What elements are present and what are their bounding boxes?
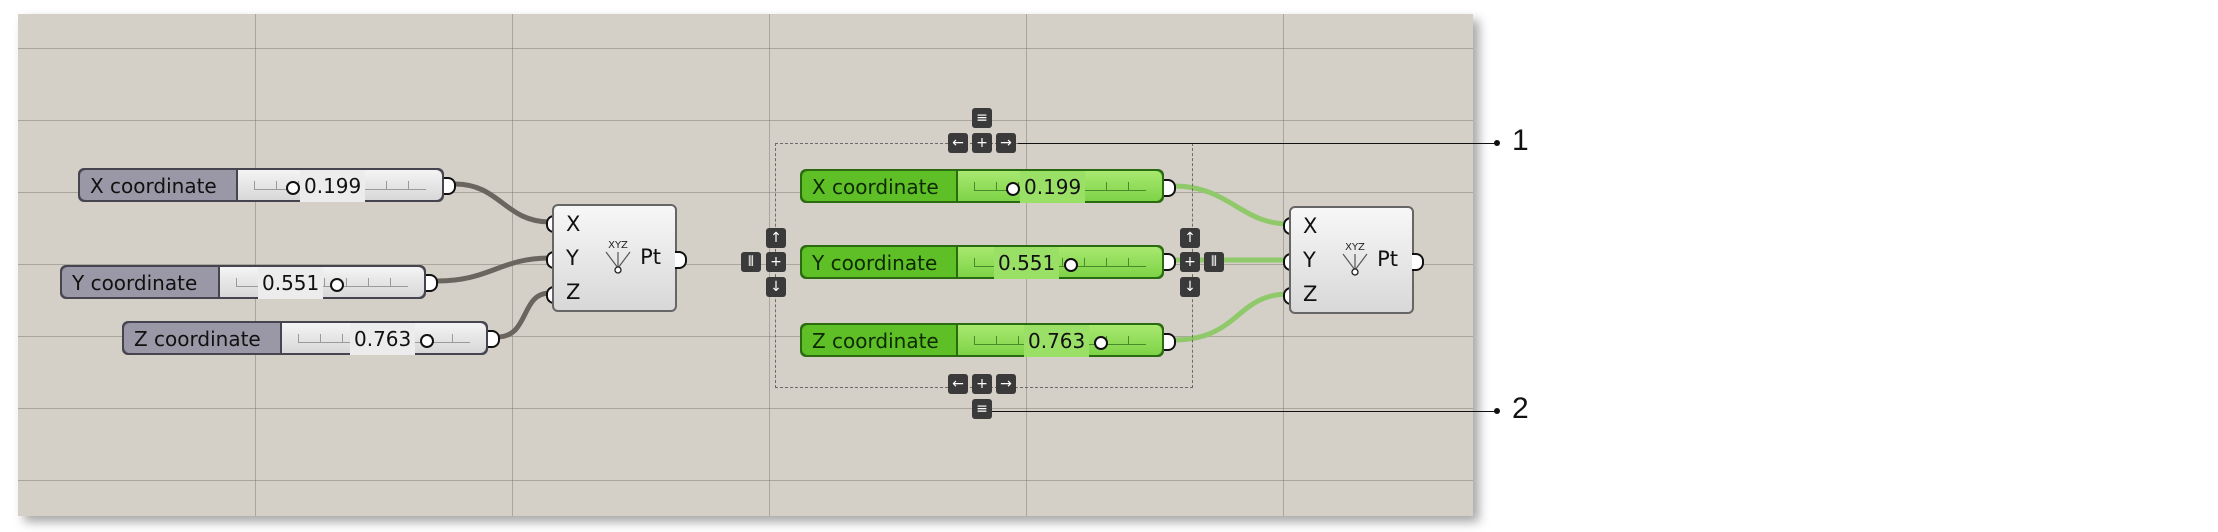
slider-knob[interactable] [1006, 182, 1020, 196]
slider-y[interactable]: Y coordinate 0.551 [800, 245, 1164, 279]
input-x-label: X [1303, 214, 1318, 238]
align-bottom-icon[interactable]: ≡ [972, 399, 992, 419]
move-right-icon[interactable]: → [996, 374, 1016, 394]
callout-line-2 [992, 411, 1495, 412]
slider-knob[interactable] [286, 181, 300, 195]
callout-number-2: 2 [1512, 392, 1529, 425]
wire-z [496, 290, 551, 340]
slider-knob[interactable] [420, 334, 434, 348]
move-center-icon[interactable]: + [1180, 252, 1200, 272]
slider-z[interactable]: Z coordinate 0.763 [122, 321, 488, 355]
svg-text:XYZ: XYZ [1345, 242, 1365, 253]
slider-value: 0.763 [350, 323, 416, 355]
input-z-label: Z [566, 280, 581, 304]
slider-label: Z coordinate [124, 323, 282, 353]
move-down-icon[interactable]: ↓ [1180, 277, 1200, 297]
input-x-label: X [566, 212, 581, 236]
construct-point-component[interactable]: X Y Z XYZ Pt [552, 204, 677, 312]
slider-rail[interactable]: 0.551 [220, 267, 424, 299]
slider-rail[interactable]: 0.551 [958, 247, 1162, 279]
slider-knob[interactable] [1094, 336, 1108, 350]
slider-z[interactable]: Z coordinate 0.763 [800, 323, 1164, 357]
svg-text:XYZ: XYZ [608, 240, 628, 251]
slider-label: Y coordinate [802, 247, 958, 277]
slider-value: 0.551 [258, 267, 324, 299]
callout-dot-1 [1494, 140, 1500, 146]
slider-label: X coordinate [802, 171, 958, 201]
callout-line-1 [1018, 143, 1495, 144]
slider-x[interactable]: X coordinate 0.199 [800, 169, 1164, 203]
slider-rail[interactable]: 0.199 [238, 170, 442, 202]
slider-label: Z coordinate [802, 325, 958, 355]
slider-value: 0.199 [300, 170, 366, 202]
input-y-label: Y [566, 246, 579, 270]
move-center-icon[interactable]: + [972, 133, 992, 153]
align-top-icon[interactable]: ≡ [972, 108, 992, 128]
slider-rail[interactable]: 0.763 [282, 323, 486, 355]
align-right-icon[interactable]: ⦀ [1204, 252, 1224, 272]
move-down-icon[interactable]: ↓ [766, 277, 786, 297]
slider-rail[interactable]: 0.763 [958, 325, 1162, 357]
move-center-icon[interactable]: + [766, 252, 786, 272]
output-pt-label: Pt [1377, 247, 1398, 271]
callout-number-1: 1 [1512, 124, 1529, 157]
slider-rail[interactable]: 0.199 [958, 171, 1162, 203]
move-left-icon[interactable]: ← [948, 133, 968, 153]
align-left-icon[interactable]: ⦀ [741, 252, 761, 272]
wire-y [436, 255, 551, 284]
slider-value: 0.199 [1020, 171, 1086, 203]
move-right-icon[interactable]: → [996, 133, 1016, 153]
slider-label: X coordinate [80, 170, 238, 200]
wire-x [454, 181, 551, 225]
input-z-label: Z [1303, 282, 1318, 306]
construct-point-icon: XYZ [1342, 242, 1368, 276]
construct-point-icon: XYZ [605, 240, 631, 274]
slider-y[interactable]: Y coordinate 0.551 [60, 265, 426, 299]
slider-knob[interactable] [330, 278, 344, 292]
move-left-icon[interactable]: ← [948, 374, 968, 394]
slider-value: 0.763 [1024, 325, 1090, 357]
slider-value: 0.551 [994, 247, 1060, 279]
slider-x[interactable]: X coordinate 0.199 [78, 168, 444, 202]
output-pt-label: Pt [640, 245, 661, 269]
construct-point-component[interactable]: X Y Z XYZ Pt [1289, 206, 1414, 314]
input-y-label: Y [1303, 248, 1316, 272]
move-center-icon[interactable]: + [972, 374, 992, 394]
callout-dot-2 [1494, 408, 1500, 414]
slider-knob[interactable] [1064, 258, 1078, 272]
slider-label: Y coordinate [62, 267, 220, 297]
move-up-icon[interactable]: ↑ [766, 228, 786, 248]
move-up-icon[interactable]: ↑ [1180, 228, 1200, 248]
